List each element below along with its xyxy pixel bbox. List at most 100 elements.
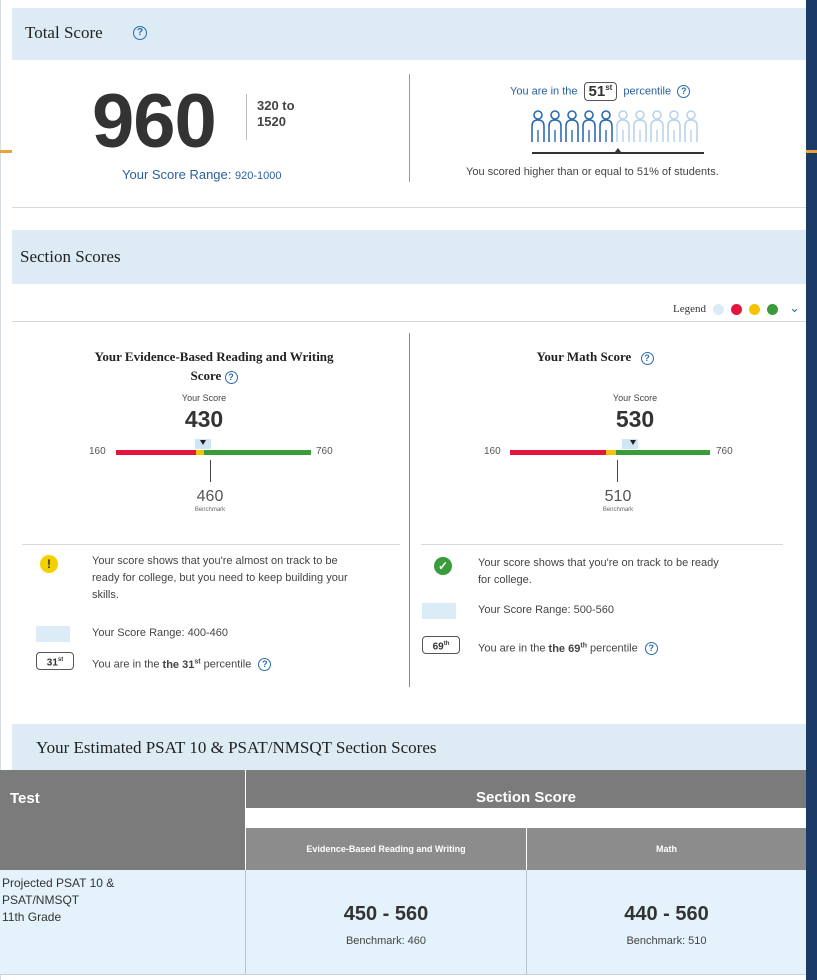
total-score-block: 960 320 to 1520 Your Score Range: 920-10… xyxy=(12,60,806,208)
ebrw-benchmark-value: 460 xyxy=(196,488,224,505)
percentile-ordinal: st xyxy=(605,83,613,92)
ebrw-scale-min: 160 xyxy=(89,446,106,457)
ebrw-bar-yellow xyxy=(196,450,204,455)
total-score-header: Total Score ? xyxy=(12,8,806,60)
person-icon xyxy=(582,110,596,142)
person-icon xyxy=(650,110,664,142)
ebrw-your-score-label: Your Score xyxy=(181,393,227,403)
ebrw-score: 430 xyxy=(184,406,224,432)
ebrw-bar-red xyxy=(116,450,196,455)
estimated-scores-title: Your Estimated PSAT 10 & PSAT/NMSQT Sect… xyxy=(36,738,437,757)
math-benchmark-label: Benchmark xyxy=(602,507,634,513)
score-scale-range: 320 to 1520 xyxy=(257,98,295,130)
your-score-range-value: 920-1000 xyxy=(235,170,282,182)
total-score-value: 960 xyxy=(92,79,217,164)
math-your-score-label: Your Score xyxy=(612,393,658,403)
person-icon xyxy=(684,110,698,142)
math-status-message: Your score shows that you're on track to… xyxy=(478,557,719,586)
chevron-down-icon[interactable]: ⌄ xyxy=(789,300,800,316)
your-score-range-label: Your Score Range: xyxy=(122,167,232,182)
math-help-icon[interactable]: ? xyxy=(640,351,654,365)
table-divider xyxy=(245,770,246,870)
ebrw-bar-green xyxy=(204,450,311,455)
total-score-divider xyxy=(409,74,410,182)
math-bar-red xyxy=(510,450,606,455)
estimated-scores-header: Your Estimated PSAT 10 & PSAT/NMSQT Sect… xyxy=(12,724,806,770)
percentile-help-icon[interactable]: ? xyxy=(677,85,691,98)
section-scores-divider xyxy=(409,333,410,687)
math-title: Your Math Score ? xyxy=(480,347,710,366)
math-range-swatch xyxy=(422,603,456,619)
projected-ebrw-range: 450 - 560 xyxy=(343,903,429,925)
ebrw-range-swatch xyxy=(36,626,70,642)
table-header-rule xyxy=(246,826,806,828)
math-bar-green xyxy=(616,450,710,455)
ebrw-status-message: Your score shows that you're almost on t… xyxy=(92,555,348,601)
percentile-prefix: You are in the xyxy=(510,85,578,98)
math-score-pointer xyxy=(630,440,636,445)
total-score-help-icon[interactable]: ? xyxy=(133,26,147,40)
section-scores-title: Section Scores xyxy=(20,247,121,266)
person-icon xyxy=(565,110,579,142)
legend-dot-yellow xyxy=(749,304,760,315)
percentile-suffix: percentile xyxy=(623,85,672,98)
legend-label: Legend xyxy=(673,303,706,315)
table-subdivider xyxy=(526,828,527,870)
checkmark-icon: ✓ xyxy=(434,557,452,575)
percentile-description: You scored higher than or equal to 51% o… xyxy=(466,166,719,178)
projected-math-range: 440 - 560 xyxy=(624,903,709,925)
right-edge-bar xyxy=(806,0,817,980)
percentile-baseline xyxy=(532,152,704,154)
ebrw-percentile-badge: 31st xyxy=(36,652,74,670)
ebrw-scale-max: 760 xyxy=(316,446,333,457)
table-subheader-ebrw: Evidence-Based Reading and Writing xyxy=(246,828,526,870)
projected-math-benchmark: Benchmark: 510 xyxy=(626,935,707,947)
ebrw-benchmark-line xyxy=(210,460,211,482)
math-message-divider xyxy=(421,544,783,545)
legend-dot-red xyxy=(731,304,742,315)
math-benchmark-value: 510 xyxy=(604,488,632,505)
math-percentile-badge: 69th xyxy=(422,636,460,654)
ebrw-help-icon[interactable]: ? xyxy=(224,370,238,384)
math-score-range: Your Score Range: 500-560 xyxy=(478,604,614,616)
legend-dot-range xyxy=(713,304,724,315)
total-percentile-line: You are in the 51st percentile ? xyxy=(510,82,691,101)
ebrw-percentile-help-icon[interactable]: ? xyxy=(258,658,272,672)
ebrw-message-divider xyxy=(22,544,400,545)
percentile-value: 51 xyxy=(588,83,606,100)
table-header-test: Test xyxy=(0,770,245,848)
score-range-divider xyxy=(246,94,247,140)
table-header-test-fill xyxy=(0,848,245,870)
math-scale-max: 760 xyxy=(716,446,733,457)
person-icon xyxy=(633,110,647,142)
table-subheader-math: Math xyxy=(527,828,806,870)
ebrw-title-line2: Score ? xyxy=(44,366,384,385)
legend-dot-green xyxy=(767,304,778,315)
percentile-people-graphic xyxy=(531,110,698,142)
warning-icon: ! xyxy=(40,555,58,573)
ebrw-score-pointer xyxy=(200,440,206,445)
table-row-label: Projected PSAT 10 & PSAT/NMSQT 11th Grad… xyxy=(2,876,115,924)
person-icon xyxy=(667,110,681,142)
person-icon xyxy=(531,110,545,142)
total-score-title: Total Score xyxy=(25,23,103,42)
ebrw-benchmark-label: Benchmark xyxy=(194,507,226,513)
math-title-text: Your Math Score xyxy=(536,349,632,364)
ebrw-percentile-text: You are in the the 31st percentile ? xyxy=(92,653,272,674)
math-percentile-text: You are in the the 69th percentile ? xyxy=(478,637,658,658)
math-scale-min: 160 xyxy=(484,446,501,457)
table-bottom-rule xyxy=(0,974,806,975)
math-score: 530 xyxy=(615,406,655,432)
math-bar-yellow xyxy=(606,450,616,455)
right-accent-line xyxy=(806,150,817,153)
percentile-badge: 51st xyxy=(583,82,618,101)
score-scale-min: 320 to xyxy=(257,98,295,113)
math-percentile-help-icon[interactable]: ? xyxy=(644,642,658,656)
score-scale-max: 1520 xyxy=(257,114,286,129)
left-accent-line xyxy=(0,150,12,153)
table-header-section-score: Section Score xyxy=(246,770,806,808)
ebrw-title-line1: Your Evidence-Based Reading and Writing xyxy=(94,349,334,364)
person-icon xyxy=(599,110,613,142)
legend-bar[interactable]: Legend ⌄ xyxy=(12,296,806,322)
percentile-baseline-marker xyxy=(615,148,621,152)
